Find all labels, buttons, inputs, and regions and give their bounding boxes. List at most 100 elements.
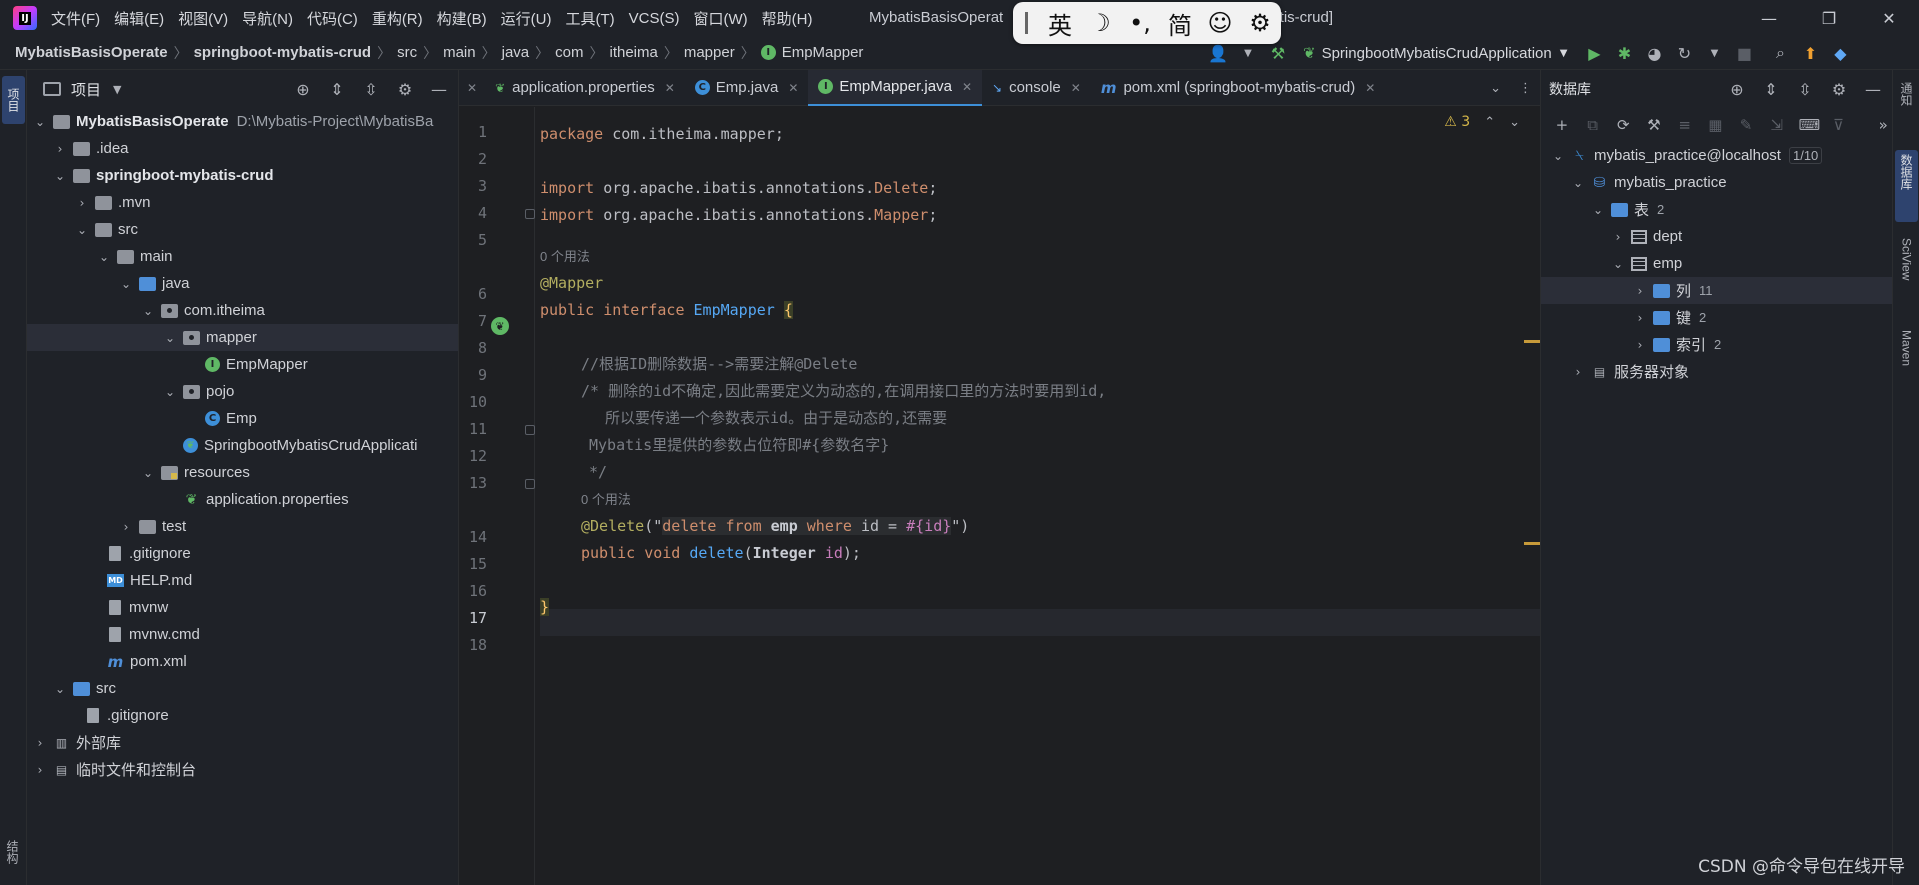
- breadcrumb-com[interactable]: com: [555, 44, 583, 61]
- menu-build[interactable]: 构建(B): [437, 8, 487, 29]
- tree-item-project-root[interactable]: ⌄ MybatisBasisOperate D:\Mybatis-Project…: [27, 108, 458, 135]
- spring-bean-icon[interactable]: ❦: [491, 317, 509, 335]
- chevron-right-icon[interactable]: ›: [1571, 365, 1585, 379]
- tree-item-help-md[interactable]: MD HELP.md: [27, 567, 458, 594]
- debug-icon[interactable]: ✱: [1609, 44, 1639, 63]
- breadcrumb-file[interactable]: EmpMapper: [782, 44, 864, 61]
- schema-settings-icon[interactable]: ⚒: [1645, 116, 1663, 134]
- breadcrumb-main[interactable]: main: [443, 44, 476, 61]
- menu-refactor[interactable]: 重构(R): [372, 8, 423, 29]
- project-tool-tab[interactable]: 项目: [2, 76, 25, 124]
- inspection-widget[interactable]: ⚠ 3 ⌃ ⌄: [1444, 114, 1520, 130]
- profiler-icon[interactable]: ↻: [1669, 44, 1699, 63]
- tab-pom-xml[interactable]: m pom.xml (springboot-mybatis-crud) ✕: [1091, 70, 1385, 106]
- menu-code[interactable]: 代码(C): [307, 8, 358, 29]
- db-item-columns[interactable]: › 列 11: [1541, 277, 1892, 304]
- db-item-datasource[interactable]: ⌄ ⍀ mybatis_practice@localhost 1/10: [1541, 142, 1892, 169]
- expand-all-icon[interactable]: ⇕: [328, 80, 346, 99]
- update-icon[interactable]: ⬆: [1795, 44, 1825, 63]
- usages-hint[interactable]: 0 个用法: [581, 486, 631, 513]
- structure-tool-tab[interactable]: 结构: [4, 840, 21, 864]
- search-icon[interactable]: ⌕: [1765, 43, 1795, 63]
- chevron-right-icon[interactable]: ›: [75, 196, 89, 210]
- tree-item-root-gitignore[interactable]: .gitignore: [27, 702, 458, 729]
- menu-window[interactable]: 窗口(W): [693, 8, 747, 29]
- close-icon[interactable]: ✕: [1365, 81, 1375, 95]
- jump-icon[interactable]: ⇲: [1768, 116, 1786, 134]
- chevron-right-icon[interactable]: ›: [1633, 284, 1647, 298]
- minimize-button[interactable]: —: [1739, 0, 1799, 36]
- ime-simplified-toggle[interactable]: 简: [1160, 6, 1200, 41]
- tree-item-mvn[interactable]: › .mvn: [27, 189, 458, 216]
- menu-vcs[interactable]: VCS(S): [629, 10, 680, 27]
- chevron-down-icon[interactable]: ▼: [1233, 48, 1263, 59]
- gear-icon[interactable]: ⚙: [1830, 80, 1848, 99]
- punctuation-toggle[interactable]: •,: [1120, 9, 1160, 37]
- locate-icon[interactable]: ⊕: [1728, 80, 1746, 99]
- chevron-down-icon[interactable]: ▼: [1699, 48, 1729, 59]
- chevron-down-icon[interactable]: ⌄: [53, 169, 67, 183]
- fold-marker-icon[interactable]: [525, 479, 535, 489]
- menu-view[interactable]: 视图(V): [178, 8, 228, 29]
- tree-item-mapper[interactable]: ⌄ mapper: [27, 324, 458, 351]
- chevron-right-icon[interactable]: ›: [1611, 230, 1625, 244]
- tree-item-application-class[interactable]: ❦ SpringbootMybatisCrudApplicati: [27, 432, 458, 459]
- tree-item-root-src[interactable]: ⌄ src: [27, 675, 458, 702]
- db-item-server-objects[interactable]: › ▤ 服务器对象: [1541, 358, 1892, 385]
- chevron-down-icon[interactable]: ⌄: [1591, 203, 1605, 217]
- tree-item-pojo[interactable]: ⌄ pojo: [27, 378, 458, 405]
- tree-item-external-libraries[interactable]: › ▥ 外部库: [27, 729, 458, 756]
- code-area[interactable]: package com.itheima.mapper; import org.a…: [540, 107, 1540, 885]
- tab-empmapper-java[interactable]: I EmpMapper.java ✕: [808, 69, 982, 106]
- close-icon[interactable]: ✕: [788, 81, 798, 95]
- user-icon[interactable]: 👤: [1203, 44, 1233, 63]
- chevron-down-icon[interactable]: ⌄: [53, 682, 67, 696]
- chevron-up-icon[interactable]: ⌃: [1484, 115, 1495, 130]
- chevron-down-icon[interactable]: ⌄: [1571, 176, 1585, 190]
- hammer-icon[interactable]: ⚒: [1263, 44, 1293, 63]
- stack-icon[interactable]: ≡: [1676, 116, 1694, 134]
- db-item-emp[interactable]: ⌄ emp: [1541, 250, 1892, 277]
- tree-item-application-properties[interactable]: ❦ application.properties: [27, 486, 458, 513]
- tree-item-main[interactable]: ⌄ main: [27, 243, 458, 270]
- chevron-down-icon[interactable]: ⌄: [141, 466, 155, 480]
- chevron-down-icon[interactable]: ⌄: [1611, 257, 1625, 271]
- error-stripe-mark[interactable]: [1524, 340, 1540, 343]
- filter-icon[interactable]: ⊽: [1830, 116, 1848, 134]
- chevron-down-icon[interactable]: ⌄: [163, 331, 177, 345]
- coverage-icon[interactable]: ◕: [1639, 44, 1669, 63]
- chevron-right-icon[interactable]: ›: [53, 142, 67, 156]
- refresh-icon[interactable]: ⟳: [1614, 116, 1632, 134]
- locate-icon[interactable]: ⊕: [294, 80, 312, 99]
- breadcrumb-mapper[interactable]: mapper: [684, 44, 735, 61]
- tree-item-test[interactable]: › test: [27, 513, 458, 540]
- ime-drag-handle[interactable]: [1025, 12, 1028, 34]
- menu-edit[interactable]: 编辑(E): [114, 8, 164, 29]
- menu-navigate[interactable]: 导航(N): [242, 8, 293, 29]
- menu-file[interactable]: 文件(F): [51, 8, 100, 29]
- tree-item-pom-xml[interactable]: m pom.xml: [27, 648, 458, 675]
- chevron-down-icon[interactable]: ⌄: [119, 277, 133, 291]
- close-icon[interactable]: ✕: [665, 81, 675, 95]
- tree-item-module[interactable]: ⌄ springboot-mybatis-crud: [27, 162, 458, 189]
- chevron-right-icon[interactable]: ›: [33, 736, 47, 750]
- tree-item-idea[interactable]: › .idea: [27, 135, 458, 162]
- close-icon[interactable]: ✕: [459, 81, 485, 95]
- tree-item-scratches[interactable]: › ▤ 临时文件和控制台: [27, 756, 458, 783]
- ime-language-toggle[interactable]: 英: [1040, 6, 1080, 41]
- breadcrumb-module[interactable]: springboot-mybatis-crud: [194, 44, 372, 61]
- more-icon[interactable]: »: [1874, 116, 1892, 134]
- fold-marker-icon[interactable]: [525, 425, 535, 435]
- chevron-down-icon[interactable]: ▼: [113, 83, 121, 96]
- query-console-icon[interactable]: ⌨: [1799, 116, 1821, 134]
- project-panel-title[interactable]: 项目: [71, 79, 101, 100]
- maven-tool-tab[interactable]: Maven: [1895, 326, 1918, 402]
- close-icon[interactable]: ✕: [1071, 81, 1081, 95]
- chevron-down-icon[interactable]: ⌄: [1509, 115, 1520, 130]
- hide-icon[interactable]: —: [430, 80, 448, 99]
- tab-application-properties[interactable]: ❦ application.properties ✕: [485, 70, 685, 106]
- emoji-icon[interactable]: ☺: [1200, 9, 1240, 37]
- stop-icon[interactable]: ■: [1729, 44, 1759, 63]
- run-configuration-selector[interactable]: ❦ SpringbootMybatisCrudApplication ▼: [1303, 44, 1567, 62]
- more-vertical-icon[interactable]: ⋮: [1519, 81, 1532, 96]
